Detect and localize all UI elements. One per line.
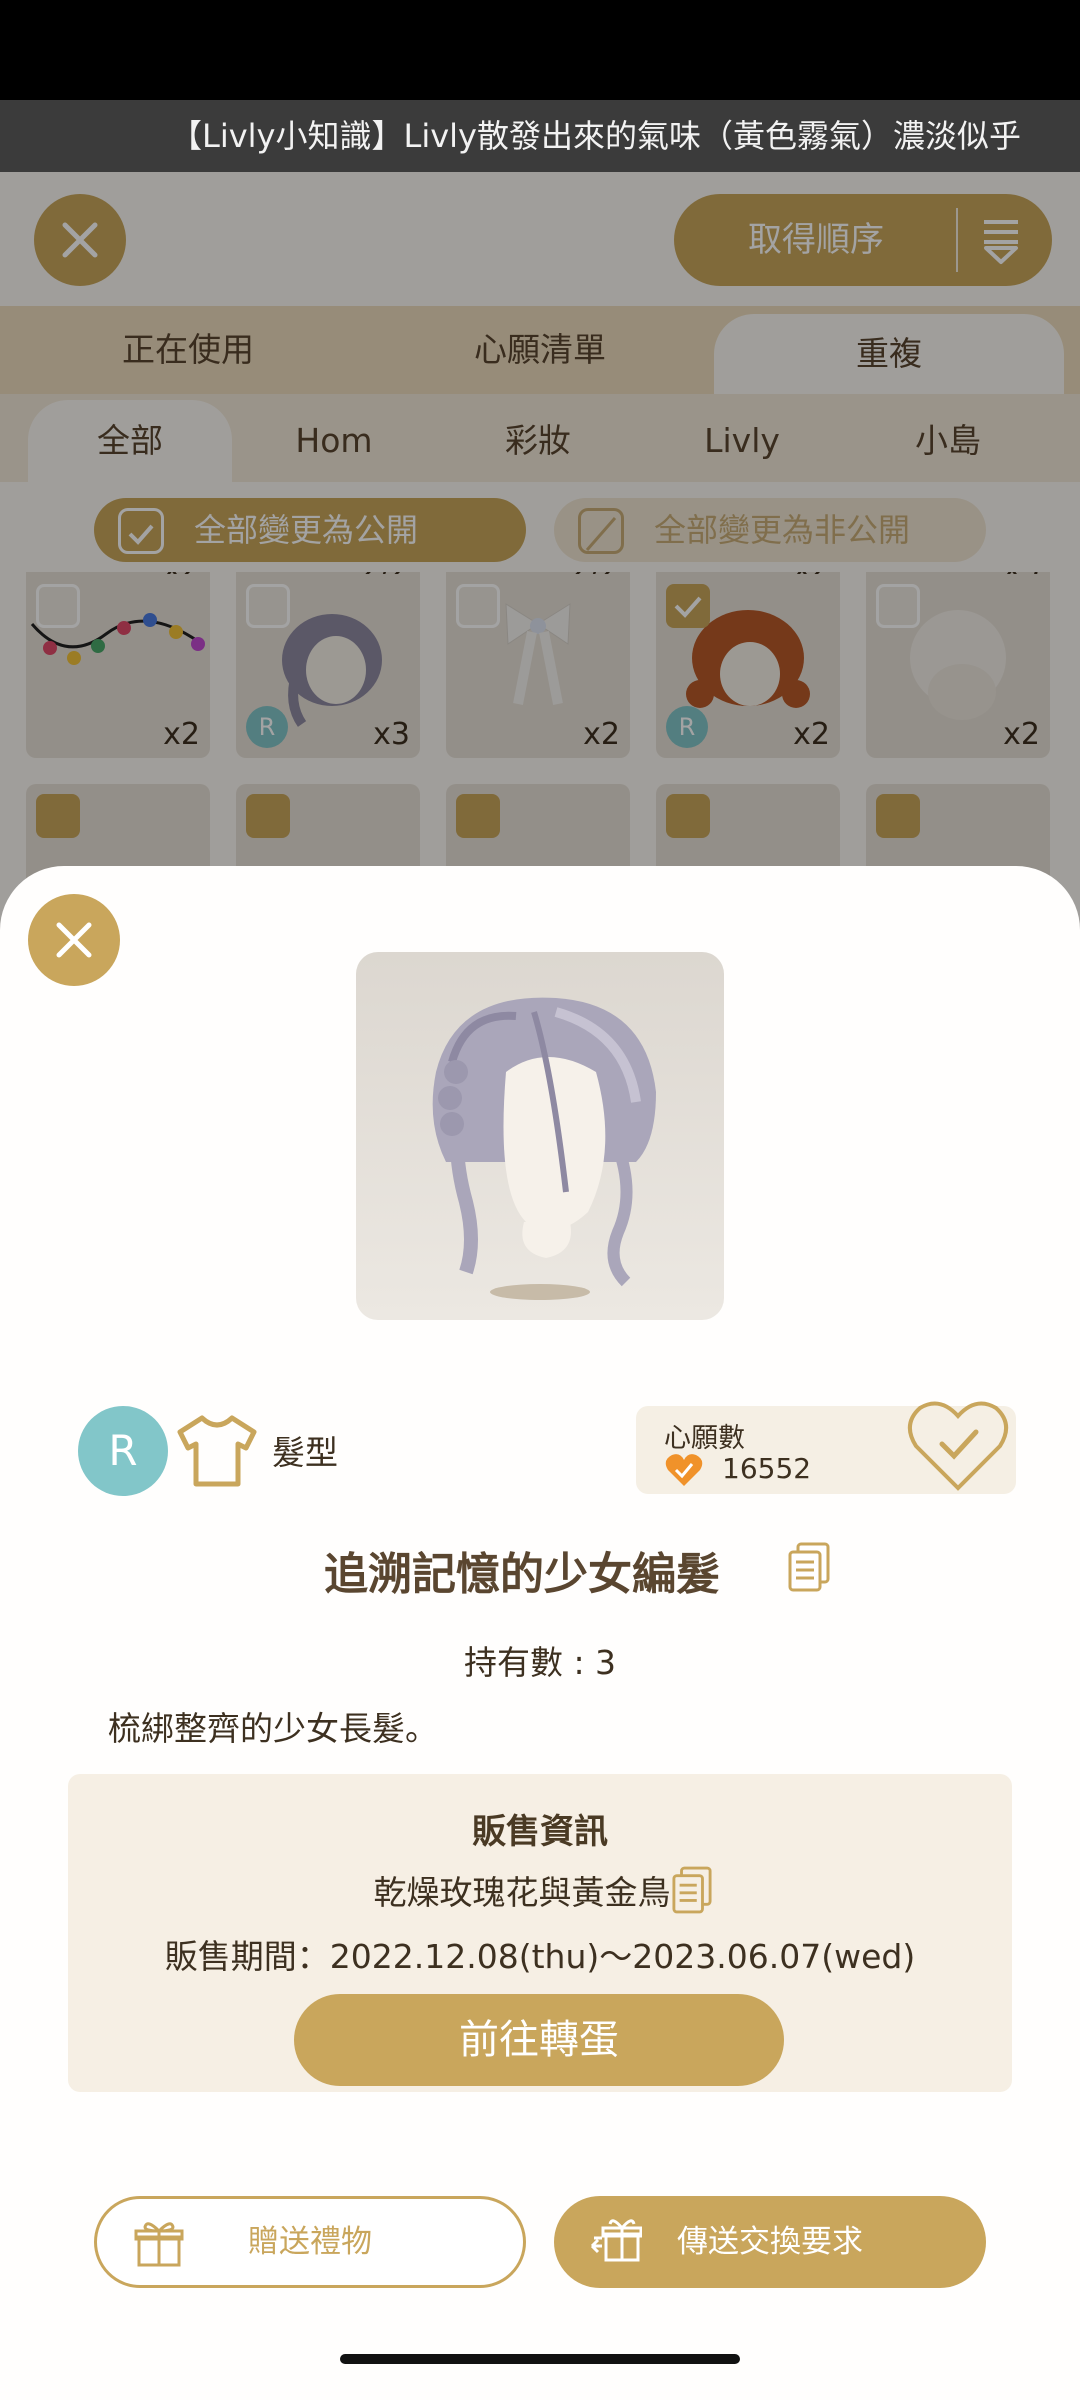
ticker-text: 【Livly小知識】Livly散發出來的氣味（黃色霧氣）濃淡似乎 — [170, 117, 1021, 155]
copy-icon[interactable] — [788, 1542, 830, 1592]
shirt-icon — [177, 1415, 257, 1487]
rarity-badge: R — [78, 1406, 168, 1496]
close-icon — [56, 922, 92, 958]
owned-count: 持有數 : 3 — [463, 1643, 617, 1682]
heart-icon — [665, 1454, 703, 1486]
sale-info-title: 販售資訊 — [472, 1812, 608, 1852]
gacha-name-text: 乾燥玫瑰花與黃金鳥 — [373, 1873, 671, 1912]
item-detail-sheet: R 髮型 心願數 16552 追溯記憶的少女編髮 持有數 : 3 梳綁整齊的少女… — [0, 866, 1080, 2400]
send-trade-request-label: 傳送交換要求 — [677, 2224, 863, 2260]
status-bar — [0, 0, 1080, 100]
wish-count-label: 心願數 — [664, 1423, 745, 1454]
copy-icon[interactable] — [672, 1866, 712, 1914]
item-name-text: 追溯記憶的少女編髮 — [324, 1549, 720, 1600]
category-label: 髮型 — [272, 1433, 338, 1472]
item-name: 追溯記憶的少女編髮 — [0, 1538, 1080, 1602]
app-root: 【Livly小知識】Livly散發出來的氣味（黃色霧氣）濃淡似乎 取得順序 正在… — [0, 0, 1080, 2400]
item-description: 梳綁整齊的少女長髮。 — [108, 1709, 438, 1748]
go-to-gacha-button[interactable]: 前往轉蛋 — [294, 1994, 784, 2086]
send-gift-label: 贈送禮物 — [248, 2224, 372, 2260]
news-ticker: 【Livly小知識】Livly散發出來的氣味（黃色霧氣）濃淡似乎 — [0, 100, 1080, 172]
item-preview-image — [356, 952, 724, 1320]
wish-count-value: 16552 — [722, 1452, 812, 1485]
gacha-name: 乾燥玫瑰花與黃金鳥 — [68, 1866, 1012, 1914]
sale-info-panel: 販售資訊 乾燥玫瑰花與黃金鳥 販售期間：2022.12.08(thu)～2023… — [68, 1774, 1012, 2092]
close-detail-button[interactable] — [28, 894, 120, 986]
home-indicator[interactable] — [340, 2354, 740, 2364]
send-gift-button[interactable]: 贈送禮物 — [94, 2196, 526, 2288]
add-to-wishlist-heart-icon[interactable] — [906, 1398, 1010, 1494]
sale-period: 販售期間：2022.12.08(thu)～2023.06.07(wed) — [164, 1937, 916, 1976]
braided-hair-illustration — [432, 997, 656, 1300]
send-trade-request-button[interactable]: 傳送交換要求 — [554, 2196, 986, 2288]
